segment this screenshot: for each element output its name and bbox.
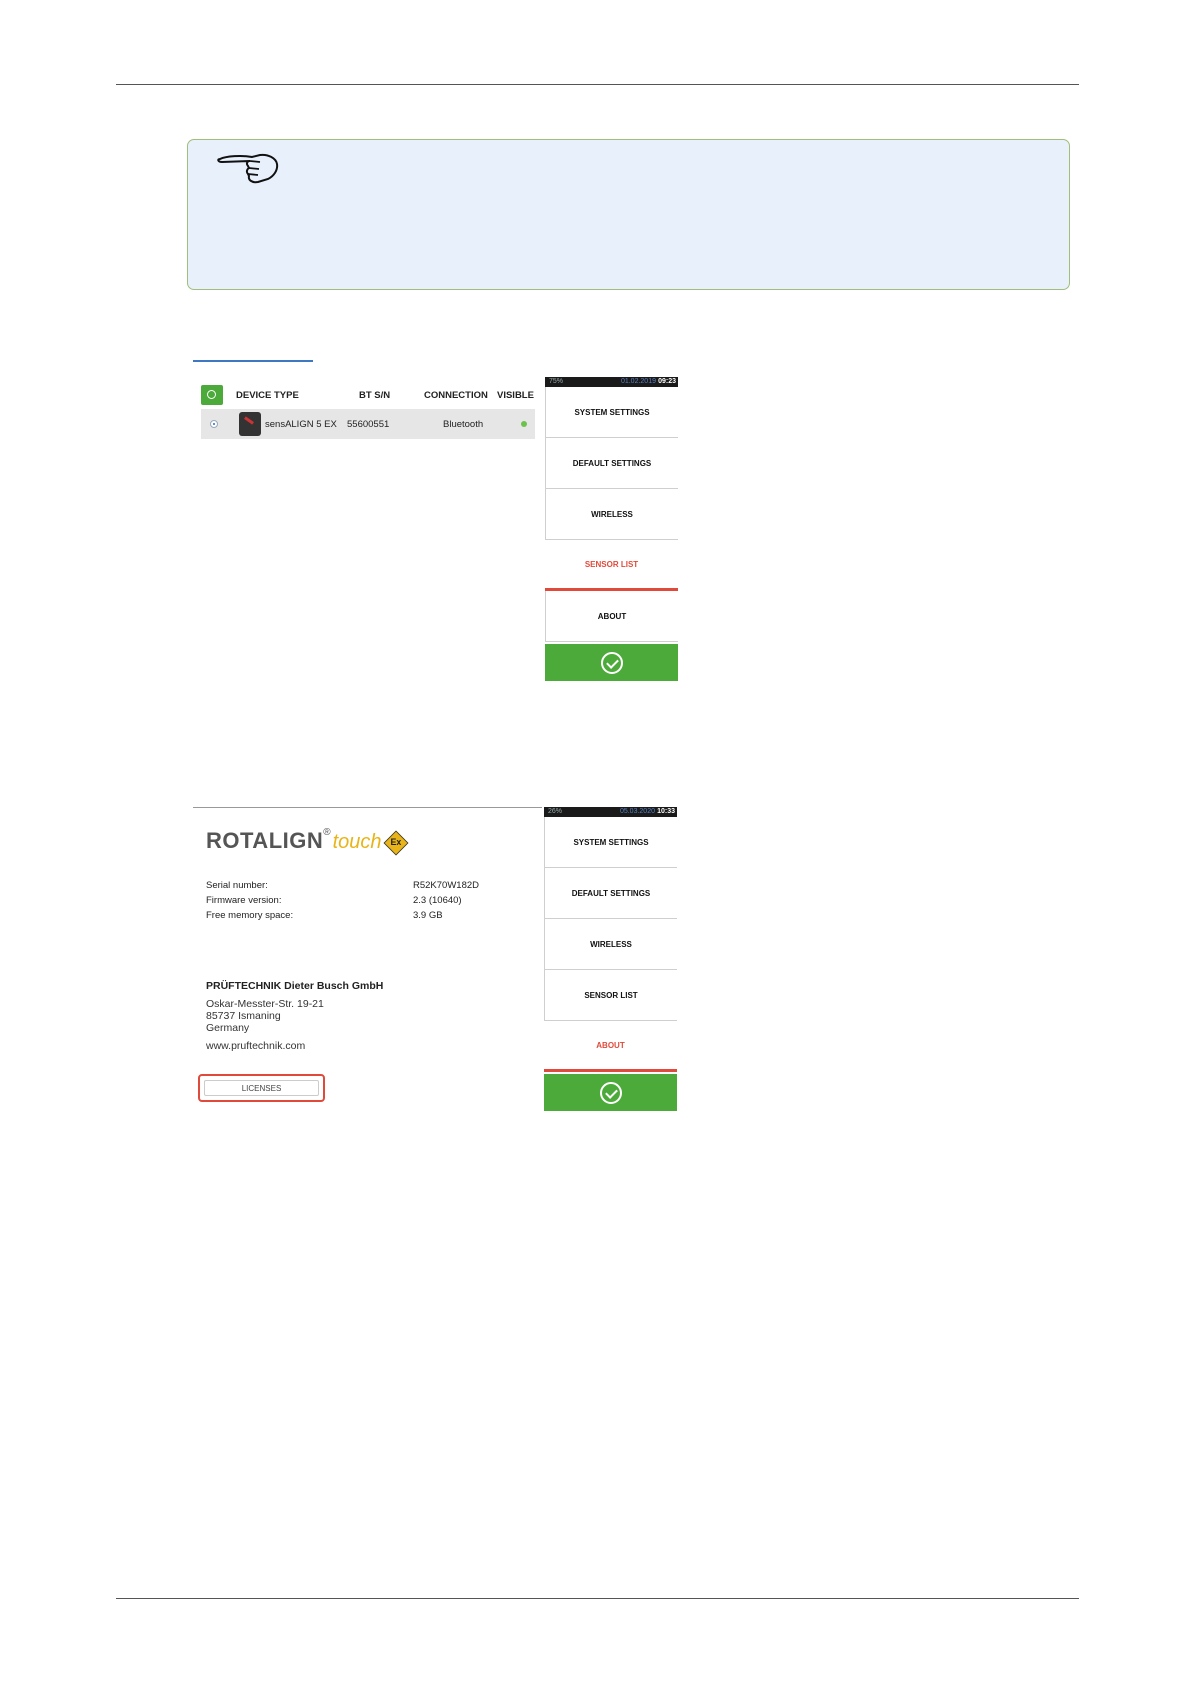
- confirm-button[interactable]: [545, 644, 678, 681]
- licenses-button[interactable]: LICENSES: [198, 1074, 325, 1102]
- serial-label: Serial number:: [206, 880, 268, 891]
- header-connection: CONNECTION: [424, 390, 488, 401]
- status-time: 10:33: [657, 808, 675, 815]
- company-name: PRÜFTECHNIK Dieter Busch GmbH: [206, 980, 384, 992]
- menu-item-about[interactable]: ABOUT: [544, 1021, 677, 1072]
- refresh-button[interactable]: [201, 385, 223, 405]
- status-date: 05.03.2020: [619, 808, 655, 815]
- device-name: sensALIGN 5 EX: [265, 419, 337, 430]
- settings-menu-about: 26% 05.03.2020 10:33 SYSTEM SETTINGS DEF…: [544, 807, 677, 1111]
- menu-item-about[interactable]: ABOUT: [545, 591, 678, 642]
- logo-touch: touch: [332, 831, 382, 853]
- confirm-button[interactable]: [544, 1074, 677, 1111]
- status-bar: 26% 05.03.2020 10:33: [544, 807, 677, 817]
- menu-item-sensor-list[interactable]: SENSOR LIST: [544, 970, 677, 1021]
- note-box: [187, 139, 1070, 290]
- address-country: Germany: [206, 1022, 250, 1034]
- header-bt-sn: BT S/N: [359, 390, 391, 401]
- about-panel: ROTALIGN ® touch Ex Serial number: R52K7…: [193, 807, 542, 1107]
- header-rule: [116, 84, 1079, 85]
- menu-item-wireless[interactable]: WIRELESS: [545, 489, 678, 540]
- check-icon: [599, 1081, 622, 1104]
- menu-item-wireless[interactable]: WIRELESS: [544, 919, 677, 970]
- status-bar: 75% 01.02.2019 09:23: [545, 377, 678, 387]
- ex-icon: Ex: [383, 830, 409, 856]
- sensor-device-icon: [239, 412, 261, 436]
- battery-level: 75%: [549, 378, 564, 385]
- licenses-label: LICENSES: [241, 1083, 282, 1093]
- menu-item-system-settings[interactable]: SYSTEM SETTINGS: [545, 387, 678, 438]
- sensor-table-header: DEVICE TYPE BT S/N CONNECTION VISIBLE: [201, 383, 535, 407]
- header-visible: VISIBLE: [497, 390, 534, 401]
- address-city: 85737 Ismaning: [206, 1010, 281, 1022]
- settings-menu-sensor-list: 75% 01.02.2019 09:23 SYSTEM SETTINGS DEF…: [545, 377, 678, 681]
- footer-rule: [116, 1598, 1079, 1599]
- rotalign-touch-logo: ROTALIGN ® touch Ex: [206, 826, 409, 856]
- table-row[interactable]: sensALIGN 5 EX 55600551 Bluetooth: [201, 409, 535, 439]
- firmware-label: Firmware version:: [206, 895, 282, 906]
- device-serial: 55600551: [347, 419, 390, 430]
- visible-indicator: [521, 421, 527, 427]
- sensor-list-panel: DEVICE TYPE BT S/N CONNECTION VISIBLE se…: [201, 383, 535, 443]
- menu-item-default-settings[interactable]: DEFAULT SETTINGS: [544, 868, 677, 919]
- memory-label: Free memory space:: [206, 910, 294, 921]
- ex-label: Ex: [390, 838, 401, 848]
- menu-item-sensor-list[interactable]: SENSOR LIST: [545, 540, 678, 591]
- website-link[interactable]: www.pruftechnik.com: [206, 1040, 305, 1052]
- menu-item-default-settings[interactable]: DEFAULT SETTINGS: [545, 438, 678, 489]
- link-underline[interactable]: [193, 360, 313, 362]
- logo-brand: ROTALIGN: [206, 828, 324, 853]
- logo-registered: ®: [323, 827, 331, 838]
- menu-item-system-settings[interactable]: SYSTEM SETTINGS: [544, 817, 677, 868]
- check-icon: [600, 651, 623, 674]
- battery-level: 26%: [548, 808, 563, 815]
- address-street: Oskar-Messter-Str. 19-21: [206, 998, 324, 1010]
- firmware-value: 2.3 (10640): [413, 895, 462, 906]
- header-device-type: DEVICE TYPE: [236, 390, 299, 401]
- memory-value: 3.9 GB: [413, 910, 443, 921]
- status-date: 01.02.2019: [620, 378, 656, 385]
- pointing-hand-icon: [217, 153, 279, 184]
- select-radio[interactable]: [210, 420, 218, 428]
- serial-value: R52K70W182D: [413, 880, 480, 891]
- status-time: 09:23: [658, 378, 676, 385]
- device-connection: Bluetooth: [443, 419, 484, 430]
